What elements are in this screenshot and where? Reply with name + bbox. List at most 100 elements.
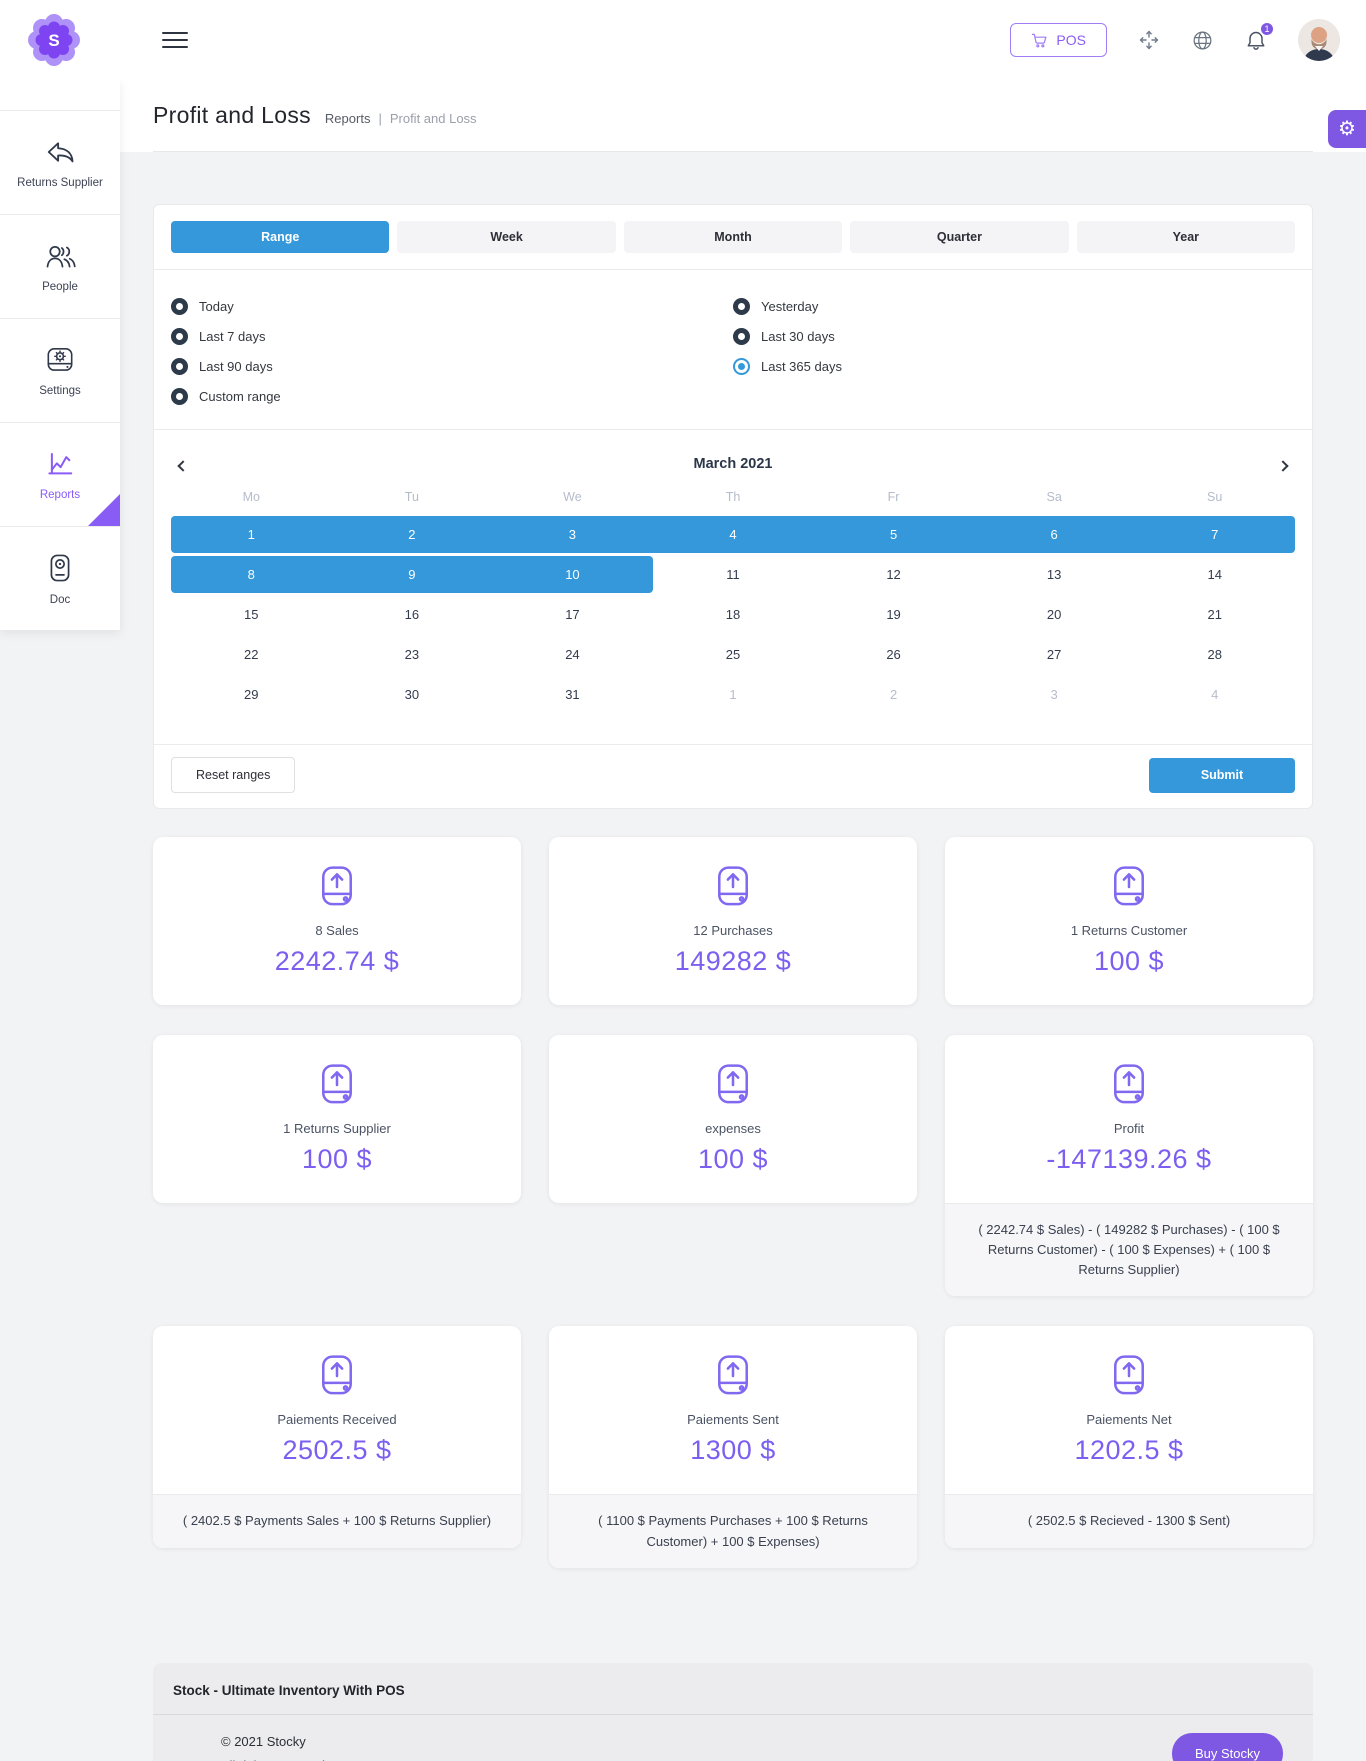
card-value: 149282 $ xyxy=(569,946,897,977)
stocky-logo-icon: S xyxy=(26,12,82,68)
calendar-day[interactable]: 28 xyxy=(1134,636,1295,673)
card-returns-supplier: 1 Returns Supplier 100 $ xyxy=(153,1035,521,1203)
card-formula: ( 2242.74 $ Sales) - ( 149282 $ Purchase… xyxy=(945,1203,1313,1296)
buy-stocky-button[interactable]: Buy Stocky xyxy=(1172,1733,1283,1761)
calendar-day[interactable]: 25 xyxy=(653,636,814,673)
calendar-day[interactable]: 3 xyxy=(492,516,653,553)
calendar-day[interactable]: 14 xyxy=(1134,556,1295,593)
calendar-day[interactable]: 20 xyxy=(974,596,1135,633)
calendar-day[interactable]: 24 xyxy=(492,636,653,673)
calendar-day-next-month[interactable]: 4 xyxy=(1134,676,1295,713)
card-purchases: 12 Purchases 149282 $ xyxy=(549,837,917,1005)
sidebar-item-people[interactable]: People xyxy=(0,214,120,318)
calendar-day-next-month[interactable]: 2 xyxy=(813,676,974,713)
sidebar-item-label: Doc xyxy=(50,594,70,606)
tab-week[interactable]: Week xyxy=(397,221,615,253)
sidebar-item-reports[interactable]: Reports xyxy=(0,422,120,526)
tab-quarter[interactable]: Quarter xyxy=(850,221,1068,253)
calendar-day[interactable]: 9 xyxy=(332,556,493,593)
calendar-day[interactable]: 12 xyxy=(813,556,974,593)
pos-button[interactable]: POS xyxy=(1010,23,1107,57)
calendar-day[interactable]: 10 xyxy=(492,556,653,593)
radio-last-90-days[interactable]: Last 90 days xyxy=(171,358,733,375)
radio-yesterday[interactable]: Yesterday xyxy=(733,298,1295,315)
people-icon xyxy=(42,241,78,271)
drive-upload-icon xyxy=(965,1061,1293,1109)
breadcrumb: Reports | Profit and Loss xyxy=(325,105,477,126)
calendar-week-row: 29 30 31 1 2 3 4 xyxy=(171,676,1295,713)
calendar-day[interactable]: 23 xyxy=(332,636,493,673)
radio-last-7-days[interactable]: Last 7 days xyxy=(171,328,733,345)
calendar-day[interactable]: 6 xyxy=(974,516,1135,553)
calendar-day[interactable]: 30 xyxy=(332,676,493,713)
calendar-week-row: 1 2 3 4 5 6 7 xyxy=(171,516,1295,553)
calendar-day[interactable]: 19 xyxy=(813,596,974,633)
page-footer: Stock - Ultimate Inventory With POS © 20… xyxy=(153,1663,1313,1761)
calendar-week-row: 22 23 24 25 26 27 28 xyxy=(171,636,1295,673)
calendar-day[interactable]: 2 xyxy=(332,516,493,553)
radio-circle xyxy=(171,298,188,315)
submit-button[interactable]: Submit xyxy=(1149,758,1295,793)
active-indicator-triangle xyxy=(88,494,120,526)
calendar-day[interactable]: 26 xyxy=(813,636,974,673)
calendar-day[interactable]: 31 xyxy=(492,676,653,713)
card-formula: ( 2402.5 $ Payments Sales + 100 $ Return… xyxy=(153,1494,521,1547)
sidebar-item-doc[interactable]: Doc xyxy=(0,526,120,630)
svg-text:S: S xyxy=(48,31,59,50)
calendar-day-next-month[interactable]: 1 xyxy=(653,676,814,713)
top-header: S POS xyxy=(0,0,1366,80)
calendar-prev-button[interactable] xyxy=(173,452,193,479)
fullscreen-icon[interactable] xyxy=(1137,28,1161,52)
breadcrumb-section[interactable]: Reports xyxy=(325,111,371,126)
calendar-day[interactable]: 7 xyxy=(1134,516,1295,553)
sidebar-item-returns-supplier[interactable]: Returns Supplier xyxy=(0,110,120,214)
calendar-day[interactable]: 1 xyxy=(171,516,332,553)
card-label: Profit xyxy=(965,1121,1293,1136)
cart-icon xyxy=(1031,32,1047,48)
user-avatar[interactable] xyxy=(1298,19,1340,61)
tab-range[interactable]: Range xyxy=(171,221,389,253)
calendar-day[interactable]: 8 xyxy=(171,556,332,593)
settings-gear-button[interactable]: ⚙ xyxy=(1328,110,1366,148)
return-arrow-icon xyxy=(44,137,76,167)
notifications-bell-icon[interactable]: 1 xyxy=(1244,28,1268,52)
menu-toggle-button[interactable] xyxy=(162,32,188,48)
reset-ranges-button[interactable]: Reset ranges xyxy=(171,757,295,793)
app-logo[interactable]: S xyxy=(26,12,82,68)
radio-circle xyxy=(171,358,188,375)
radio-label: Today xyxy=(199,299,234,314)
calendar-day-next-month[interactable]: 3 xyxy=(974,676,1135,713)
tab-month[interactable]: Month xyxy=(624,221,842,253)
calendar-day[interactable]: 29 xyxy=(171,676,332,713)
sidebar-item-settings[interactable]: Settings xyxy=(0,318,120,422)
card-value: 1300 $ xyxy=(569,1435,897,1466)
card-expenses: expenses 100 $ xyxy=(549,1035,917,1203)
radio-last-30-days[interactable]: Last 30 days xyxy=(733,328,1295,345)
language-globe-icon[interactable] xyxy=(1191,29,1214,52)
radio-last-365-days[interactable]: Last 365 days xyxy=(733,358,1295,375)
radio-today[interactable]: Today xyxy=(171,298,733,315)
pos-button-label: POS xyxy=(1056,32,1086,48)
page-title: Profit and Loss xyxy=(153,102,311,129)
card-formula: ( 1100 $ Payments Purchases + 100 $ Retu… xyxy=(549,1494,917,1567)
radio-custom-range[interactable]: Custom range xyxy=(171,388,733,405)
calendar-day[interactable]: 16 xyxy=(332,596,493,633)
card-label: 1 Returns Customer xyxy=(965,923,1293,938)
calendar-day[interactable]: 17 xyxy=(492,596,653,633)
calendar-day[interactable]: 11 xyxy=(653,556,814,593)
calendar-day[interactable]: 4 xyxy=(653,516,814,553)
copyright-text: © 2021 Stocky xyxy=(221,1734,325,1749)
calendar: March 2021 MoTu WeTh FrSa Su 1 2 3 4 5 6… xyxy=(154,429,1312,744)
chevron-right-icon xyxy=(1277,460,1288,471)
calendar-next-button[interactable] xyxy=(1273,452,1293,479)
calendar-day[interactable]: 15 xyxy=(171,596,332,633)
calendar-day[interactable]: 21 xyxy=(1134,596,1295,633)
calendar-day[interactable]: 18 xyxy=(653,596,814,633)
calendar-day[interactable]: 5 xyxy=(813,516,974,553)
tab-year[interactable]: Year xyxy=(1077,221,1295,253)
filter-actions: Reset ranges Submit xyxy=(154,744,1312,808)
calendar-day[interactable]: 22 xyxy=(171,636,332,673)
calendar-day[interactable]: 27 xyxy=(974,636,1135,673)
gear-icon: ⚙ xyxy=(1338,119,1356,139)
calendar-day[interactable]: 13 xyxy=(974,556,1135,593)
